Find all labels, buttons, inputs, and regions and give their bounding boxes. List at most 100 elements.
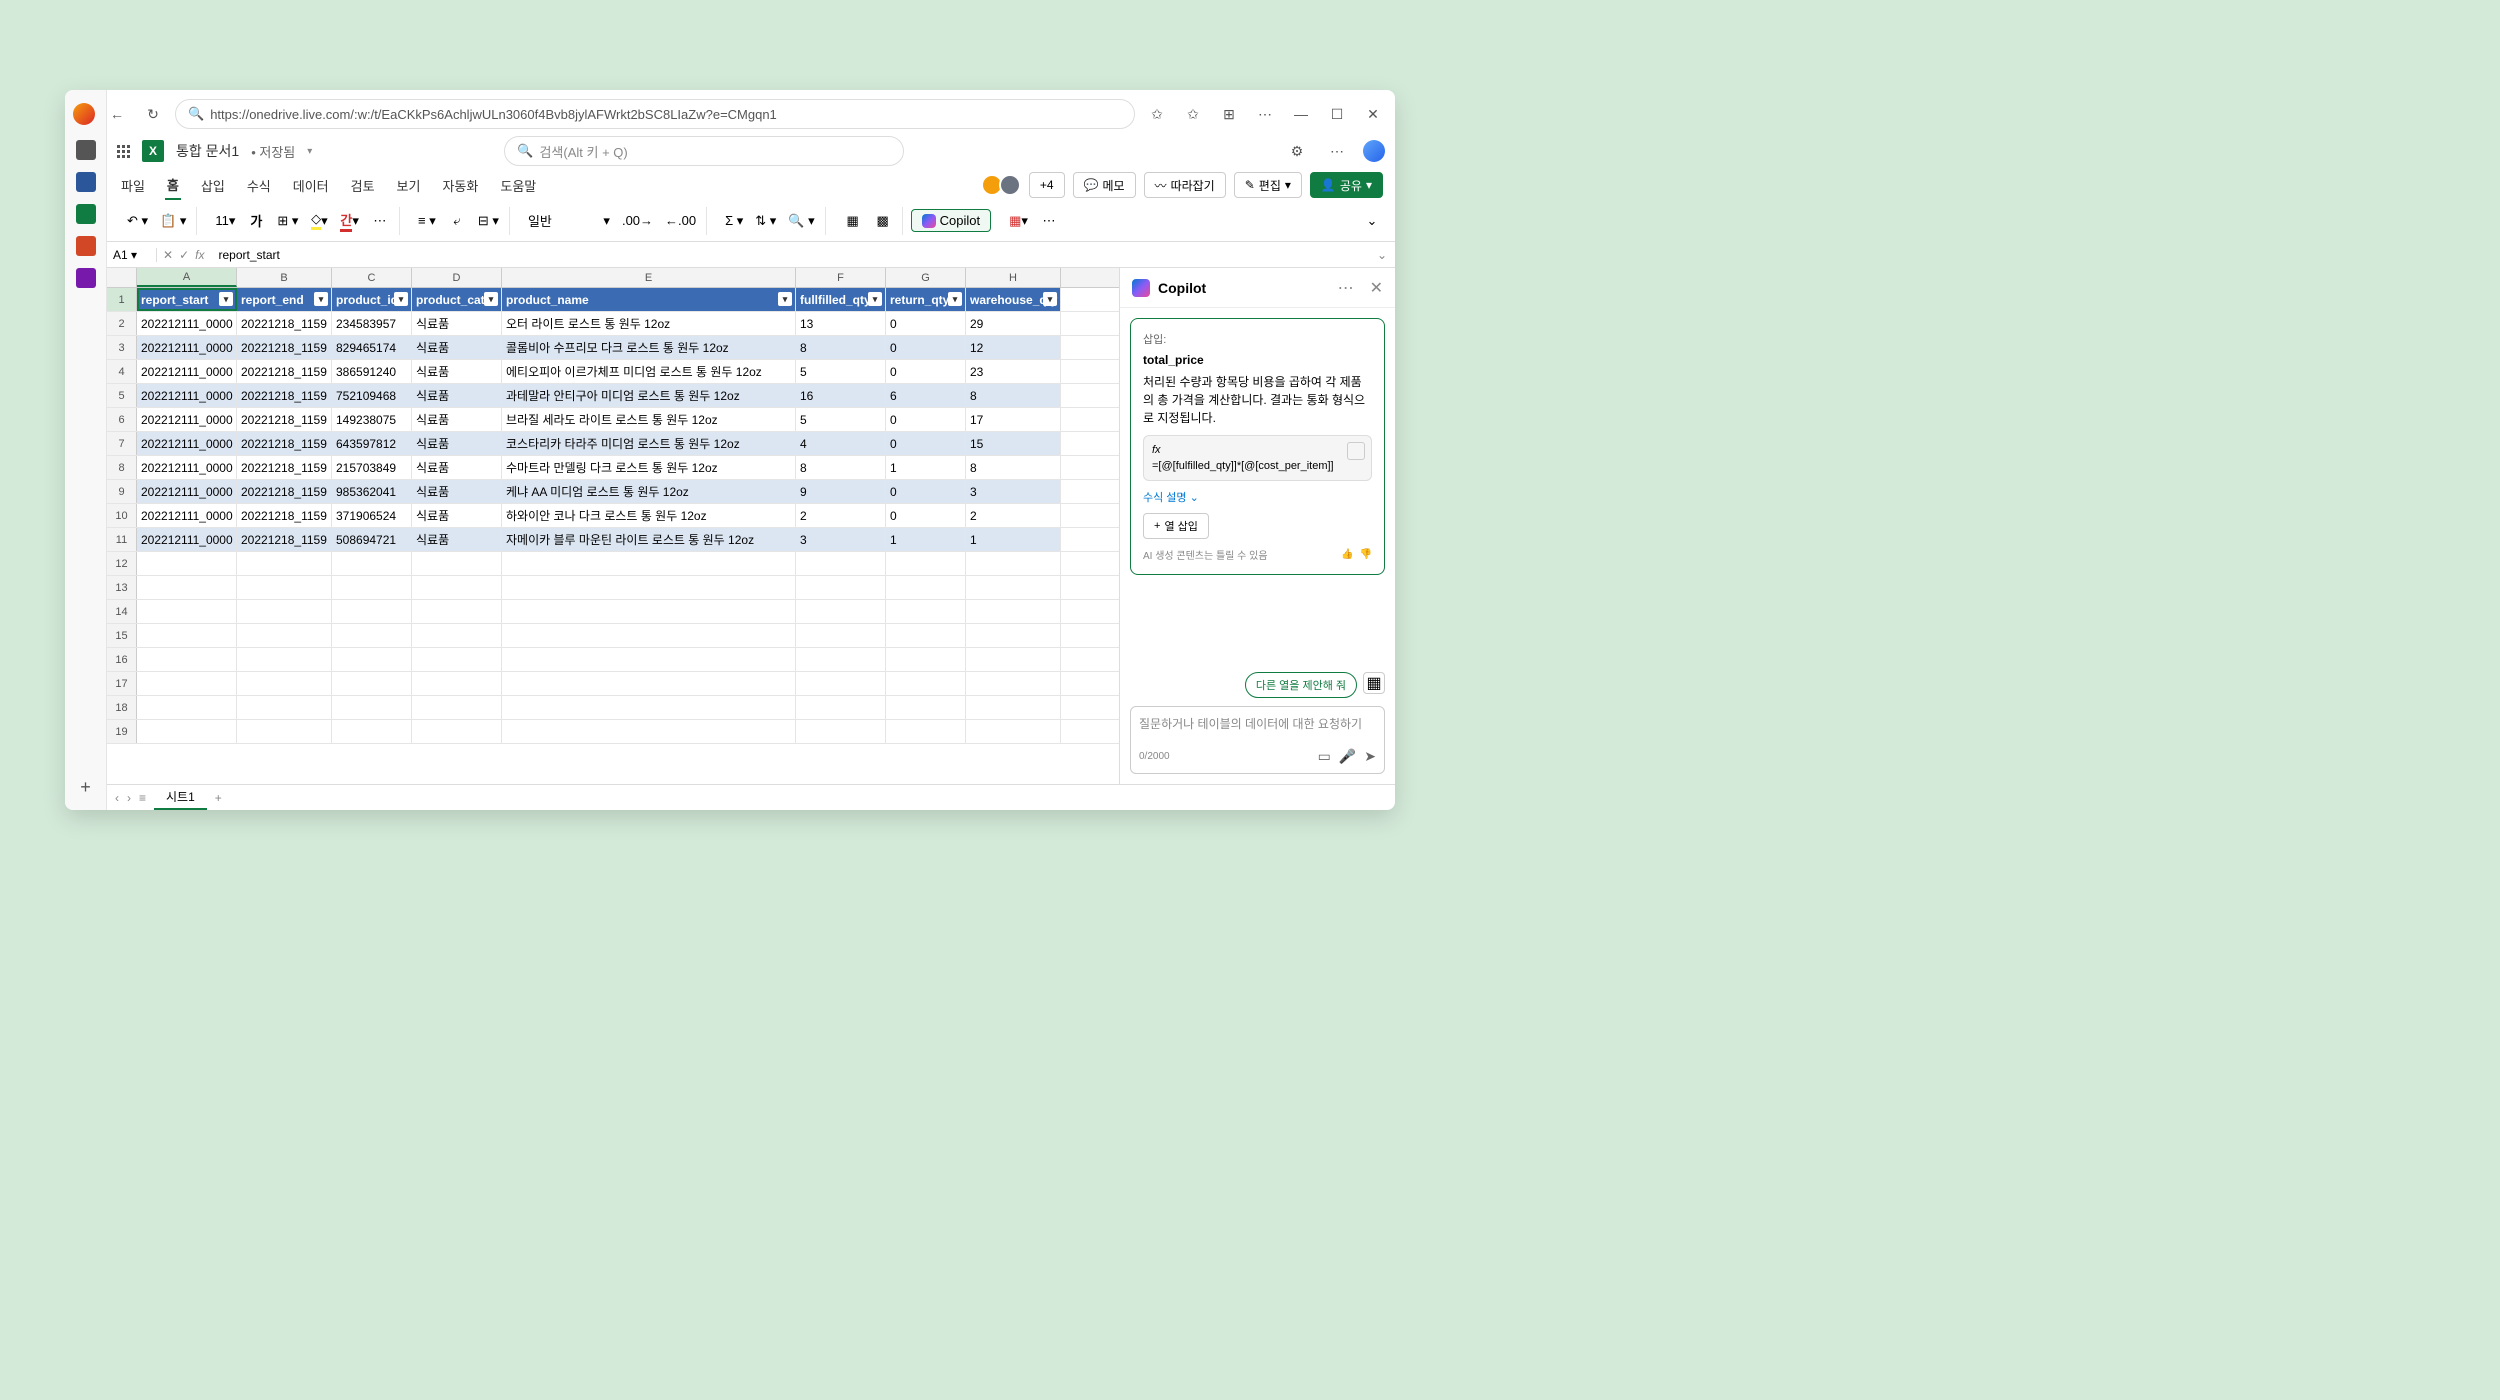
table-cell[interactable]: 202212111_0000 [137, 384, 237, 407]
row-header[interactable]: 4 [107, 360, 137, 383]
increase-decimal-button[interactable]: ←.00 [661, 208, 700, 234]
refresh-button[interactable]: ↻ [139, 100, 167, 128]
table-cell[interactable]: 식료품 [412, 432, 502, 455]
table-cell[interactable]: 20221218_1159 [237, 528, 332, 551]
table-cell[interactable]: 6 [886, 384, 966, 407]
thumbs-up-icon[interactable]: 👍 [1341, 549, 1353, 560]
empty-cell[interactable] [886, 672, 966, 695]
table-cell[interactable]: 202212111_0000 [137, 312, 237, 335]
favorites-bar-icon[interactable]: ✩ [1179, 100, 1207, 128]
back-button[interactable]: ← [103, 100, 131, 128]
row-header[interactable]: 19 [107, 720, 137, 743]
empty-cell[interactable] [137, 576, 237, 599]
empty-cell[interactable] [237, 624, 332, 647]
empty-cell[interactable] [237, 696, 332, 719]
row-header[interactable]: 11 [107, 528, 137, 551]
table-cell[interactable]: 수마트라 만델링 다크 로스트 통 원두 12oz [502, 456, 796, 479]
table-cell[interactable]: 케냐 AA 미디엄 로스트 통 원두 12oz [502, 480, 796, 503]
decrease-decimal-button[interactable]: .00→ [618, 208, 657, 234]
table-cell[interactable]: 20221218_1159 [237, 384, 332, 407]
autosum-button[interactable]: Σ ▾ [721, 208, 747, 234]
empty-cell[interactable] [886, 576, 966, 599]
table-cell[interactable]: 식료품 [412, 408, 502, 431]
empty-cell[interactable] [412, 672, 502, 695]
empty-cell[interactable] [796, 576, 886, 599]
table-cell[interactable]: 202212111_0000 [137, 408, 237, 431]
row-header[interactable]: 14 [107, 600, 137, 623]
row-header[interactable]: 15 [107, 624, 137, 647]
tab-검토[interactable]: 검토 [349, 172, 377, 199]
empty-cell[interactable] [332, 624, 412, 647]
table-cell[interactable]: 752109468 [332, 384, 412, 407]
table-header-cell[interactable]: product_cat▾ [412, 288, 502, 311]
copilot-close-icon[interactable]: ✕ [1370, 278, 1383, 298]
table-cell[interactable]: 식료품 [412, 480, 502, 503]
spreadsheet-grid[interactable]: ABCDEFGH 1report_start▾report_end▾produc… [107, 268, 1119, 784]
table-cell[interactable]: 0 [886, 480, 966, 503]
comments-button[interactable]: 💬 메모 [1073, 172, 1136, 198]
empty-cell[interactable] [796, 600, 886, 623]
browser-profile-avatar[interactable] [73, 103, 95, 125]
row-header[interactable]: 16 [107, 648, 137, 671]
table-cell[interactable]: 오터 라이트 로스트 통 원두 12oz [502, 312, 796, 335]
empty-cell[interactable] [412, 624, 502, 647]
filter-icon[interactable]: ▾ [778, 292, 792, 306]
empty-cell[interactable] [886, 720, 966, 743]
table-header-cell[interactable]: fullfilled_qty▾ [796, 288, 886, 311]
analyze-icon[interactable]: ▩ [870, 208, 896, 234]
empty-cell[interactable] [502, 576, 796, 599]
table-cell[interactable]: 234583957 [332, 312, 412, 335]
table-cell[interactable]: 149238075 [332, 408, 412, 431]
empty-cell[interactable] [502, 624, 796, 647]
bold-button[interactable]: 가 [243, 208, 269, 234]
empty-cell[interactable] [966, 576, 1061, 599]
table-cell[interactable]: 202212111_0000 [137, 432, 237, 455]
table-cell[interactable]: 20221218_1159 [237, 432, 332, 455]
table-cell[interactable]: 식료품 [412, 312, 502, 335]
row-header[interactable]: 9 [107, 480, 137, 503]
empty-cell[interactable] [966, 624, 1061, 647]
empty-cell[interactable] [966, 552, 1061, 575]
maximize-button[interactable]: ☐ [1323, 100, 1351, 128]
tab-파일[interactable]: 파일 [119, 172, 147, 199]
sort-button[interactable]: ⇅ ▾ [751, 208, 780, 234]
column-header[interactable]: C [332, 268, 412, 287]
sidebar-home-icon[interactable] [76, 140, 96, 160]
table-cell[interactable]: 17 [966, 408, 1061, 431]
empty-cell[interactable] [237, 720, 332, 743]
table-cell[interactable]: 식료품 [412, 504, 502, 527]
sidebar-word-icon[interactable] [76, 172, 96, 192]
filter-icon[interactable]: ▾ [948, 292, 962, 306]
table-cell[interactable]: 4 [796, 432, 886, 455]
copilot-ribbon-button[interactable]: Copilot [911, 209, 991, 232]
table-header-cell[interactable]: warehouse_qty▾ [966, 288, 1061, 311]
table-cell[interactable]: 8 [966, 456, 1061, 479]
table-cell[interactable]: 13 [796, 312, 886, 335]
font-size[interactable]: 11 ▾ [211, 208, 239, 234]
cancel-formula-icon[interactable]: ✕ [163, 248, 173, 262]
table-cell[interactable]: 2 [796, 504, 886, 527]
empty-cell[interactable] [332, 720, 412, 743]
empty-cell[interactable] [237, 552, 332, 575]
table-cell[interactable]: 식료품 [412, 528, 502, 551]
empty-cell[interactable] [137, 672, 237, 695]
empty-cell[interactable] [502, 720, 796, 743]
table-cell[interactable]: 과테말라 안티구아 미디엄 로스트 통 원두 12oz [502, 384, 796, 407]
format-table-button[interactable]: ▦ ▾ [1005, 208, 1032, 234]
number-format[interactable]: 일반 ▾ [524, 208, 614, 234]
table-cell[interactable]: 12 [966, 336, 1061, 359]
table-cell[interactable]: 20221218_1159 [237, 480, 332, 503]
settings-icon[interactable]: ⚙ [1283, 137, 1311, 165]
table-cell[interactable]: 자메이카 블루 마운틴 라이트 로스트 통 원두 12oz [502, 528, 796, 551]
empty-cell[interactable] [886, 648, 966, 671]
sheet-prev-icon[interactable]: ‹ [115, 791, 119, 805]
table-cell[interactable]: 202212111_0000 [137, 480, 237, 503]
more-ribbon-icon[interactable]: ⋯ [1036, 208, 1062, 234]
sheet-next-icon[interactable]: › [127, 791, 131, 805]
row-header[interactable]: 2 [107, 312, 137, 335]
table-cell[interactable]: 브라질 세라도 라이트 로스트 통 원두 12oz [502, 408, 796, 431]
copy-formula-button[interactable] [1347, 442, 1365, 460]
table-cell[interactable]: 371906524 [332, 504, 412, 527]
more-collaborators[interactable]: +4 [1029, 172, 1065, 198]
empty-cell[interactable] [332, 696, 412, 719]
